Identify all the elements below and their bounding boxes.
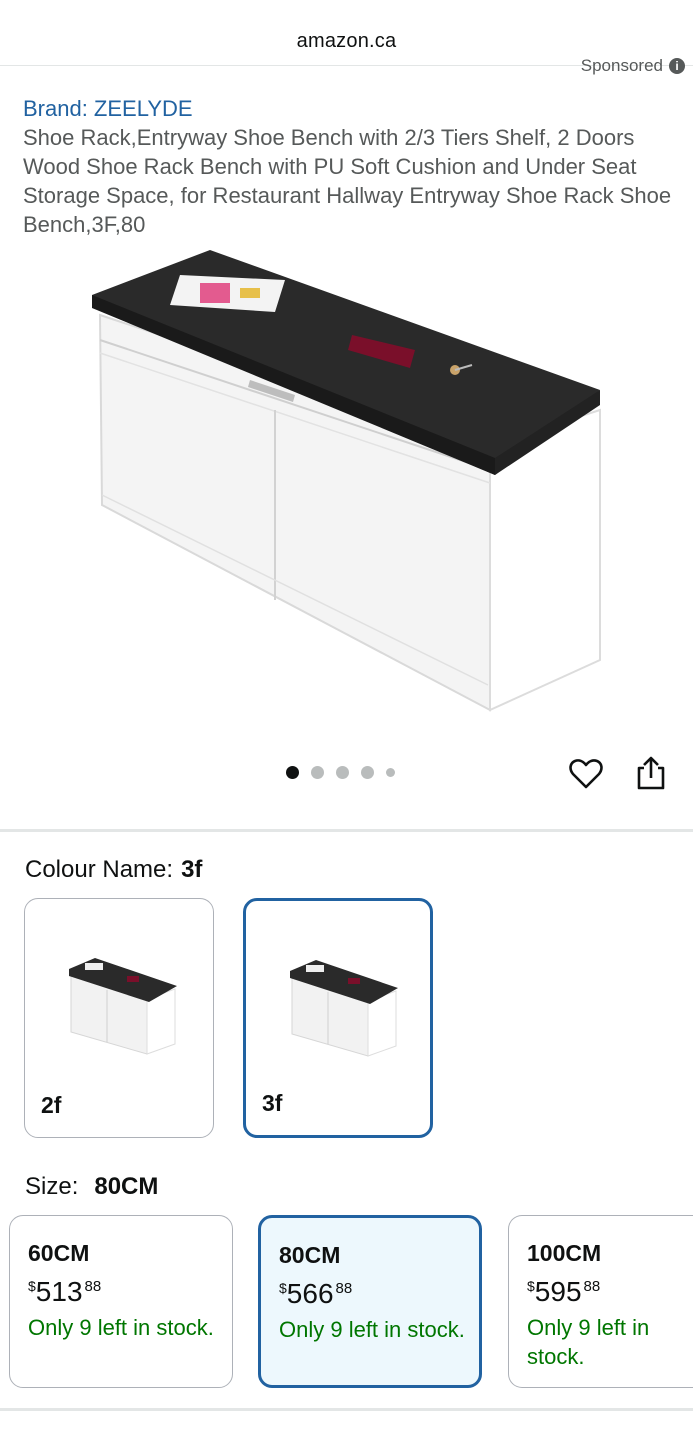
colour-selected-value: 3f [181, 856, 203, 883]
stock-status: Only 9 left in stock. [527, 1315, 650, 1369]
price-currency: $ [279, 1280, 287, 1296]
price-cents: 88 [84, 1278, 102, 1295]
swatch-label: 2f [41, 1092, 62, 1118]
size-price: $595 88 [527, 1276, 600, 1308]
size-name: 100CM [527, 1240, 602, 1266]
price-dollars: 566 [286, 1278, 334, 1309]
size-label: Size: [25, 1173, 79, 1200]
colour-option-3f[interactable]: 3f [243, 898, 433, 1138]
swatch-label: 3f [262, 1090, 283, 1116]
share-icon[interactable] [634, 754, 668, 792]
price-cents: 88 [335, 1280, 353, 1297]
colour-heading: Colour Name: 3f [25, 856, 202, 884]
product-image[interactable] [80, 240, 620, 730]
price-dollars: 513 [35, 1276, 83, 1307]
stock-status: Only 9 left in stock. [28, 1315, 214, 1340]
section-divider [0, 1408, 693, 1411]
sponsored-label[interactable]: Sponsored i [581, 56, 685, 76]
url-text: amazon.ca [296, 30, 397, 52]
heart-icon[interactable] [568, 756, 604, 792]
colour-option-2f[interactable]: 2f [24, 898, 214, 1138]
brand-link[interactable]: Brand: ZEELYDE [23, 96, 193, 122]
info-icon[interactable]: i [669, 58, 685, 74]
swatch-thumbnail [290, 960, 398, 1057]
colour-label: Colour Name: [25, 856, 174, 883]
size-price: $566 88 [279, 1278, 352, 1310]
carousel-dots[interactable] [286, 766, 395, 779]
carousel-dot-3[interactable] [336, 766, 349, 779]
product-title: Shoe Rack,Entryway Shoe Bench with 2/3 T… [23, 125, 672, 237]
size-option-100cm[interactable]: 100CM $595 88 Only 9 left in stock. [508, 1215, 693, 1388]
size-price: $513 88 [28, 1276, 101, 1308]
size-option-80cm[interactable]: 80CM $566 88 Only 9 left in stock. [258, 1215, 482, 1388]
sponsored-text: Sponsored [580, 56, 663, 75]
section-divider [0, 829, 693, 832]
stock-status: Only 9 left in stock. [279, 1317, 465, 1342]
swatch-thumbnail [69, 958, 177, 1055]
carousel-dot-5[interactable] [386, 768, 395, 777]
carousel-dot-2[interactable] [311, 766, 324, 779]
price-dollars: 595 [534, 1276, 582, 1307]
price-currency: $ [527, 1278, 535, 1294]
price-cents: 88 [583, 1278, 601, 1295]
size-name: 60CM [28, 1240, 90, 1266]
size-heading: Size: 80CM [25, 1173, 158, 1201]
size-option-60cm[interactable]: 60CM $513 88 Only 9 left in stock. [9, 1215, 233, 1388]
size-selected-value: 80CM [94, 1173, 159, 1200]
carousel-dot-1[interactable] [286, 766, 299, 779]
price-currency: $ [28, 1278, 36, 1294]
size-name: 80CM [279, 1242, 341, 1268]
carousel-dot-4[interactable] [361, 766, 374, 779]
